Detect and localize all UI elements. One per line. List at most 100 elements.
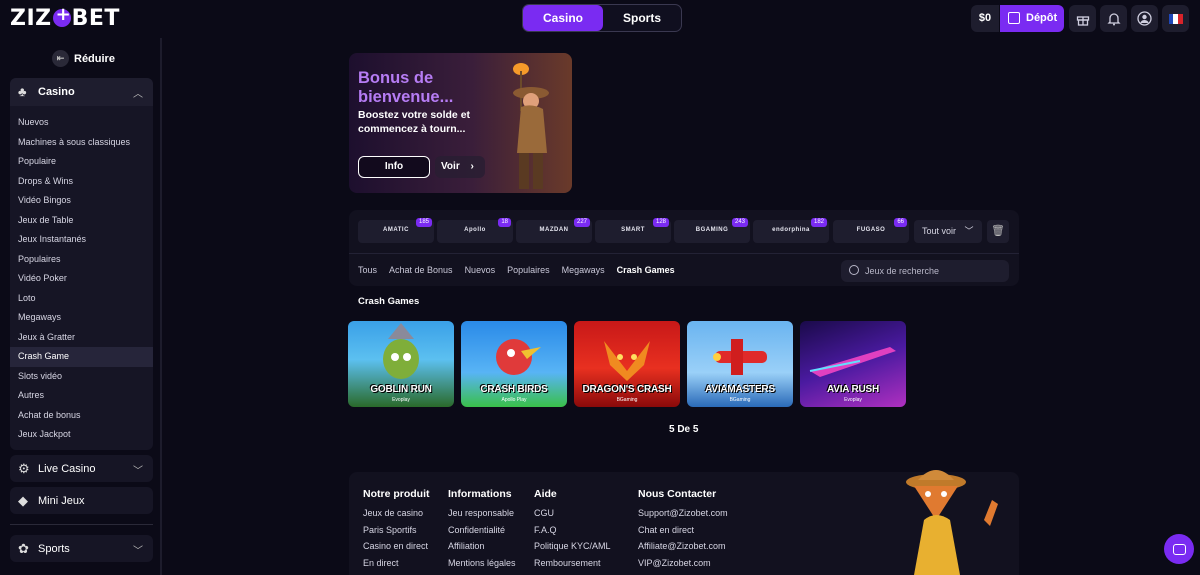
provider-count-badge: 227 <box>573 218 590 227</box>
reduce-button[interactable]: ⇤ Réduire <box>52 50 115 67</box>
sidebar-item-megaways[interactable]: Megaways <box>10 308 153 328</box>
sidebar-mini-jeux[interactable]: ◆ Mini Jeux <box>10 487 153 514</box>
sidebar-item-populaire[interactable]: Populaire <box>10 152 153 172</box>
france-flag-icon[interactable] <box>1162 5 1189 32</box>
game-name: AVIAMASTERS <box>705 384 775 395</box>
sidebar-item-jeux-de-table[interactable]: Jeux de Table <box>10 211 153 231</box>
chevron-down-icon: ﹀ <box>964 226 974 236</box>
footer-heading: Nous Contacter <box>638 488 717 500</box>
provider-amatic[interactable]: AMATIC 185 <box>358 218 434 243</box>
footer-link[interactable]: Jeu responsable <box>448 505 516 522</box>
user-icon[interactable] <box>1131 5 1158 32</box>
footer-link[interactable]: Politique KYC/AML <box>534 538 611 555</box>
balance-display[interactable]: $0 <box>971 5 999 32</box>
footer-link[interactable]: VIP@Zizobet.com <box>638 555 728 572</box>
bell-icon[interactable] <box>1100 5 1127 32</box>
banner-voir-button[interactable]: Voir › <box>435 156 485 178</box>
footer-link[interactable]: Remboursement <box>534 555 611 572</box>
chevron-down-icon: ﹀ <box>133 546 143 557</box>
sidebar-item-drops-wins[interactable]: Drops & Wins <box>10 172 153 192</box>
game-card[interactable]: AVIA RUSH Evoplay <box>800 321 906 407</box>
gift-icon[interactable] <box>1069 5 1096 32</box>
sidebar-item-crash-game[interactable]: Crash Game <box>10 347 153 367</box>
game-name: CRASH BIRDS <box>480 384 548 395</box>
sidebar-item-video-poker[interactable]: Vidéo Poker <box>10 269 153 289</box>
roulette-icon: ⚙ <box>18 461 30 476</box>
footer-link[interactable]: CGU <box>534 505 611 522</box>
footer-column-produit: Notre produit Jeux de casino Paris Sport… <box>363 488 430 571</box>
game-provider: BGaming <box>729 397 751 403</box>
tab-nuevos[interactable]: Nuevos <box>465 265 496 275</box>
provider-smart[interactable]: SMART 128 <box>595 218 671 243</box>
footer-link[interactable]: Chat en direct <box>638 522 728 539</box>
game-provider: Evoplay <box>844 397 862 403</box>
search-icon <box>849 265 859 275</box>
footer-link[interactable]: En direct <box>363 555 430 572</box>
game-card[interactable]: AVIAMASTERS BGaming <box>687 321 793 407</box>
provider-name: SMART <box>621 227 645 233</box>
sidebar-live-casino[interactable]: ⚙ Live Casino ﹀ <box>10 455 153 482</box>
provider-name: MAZDAN <box>539 227 569 233</box>
provider-endorphina[interactable]: endorphina 182 <box>753 218 829 243</box>
casino-menu-header[interactable]: ♣ Casino ︿ <box>10 78 153 106</box>
provider-bgaming[interactable]: BGAMING 243 <box>674 218 750 243</box>
chat-support-button[interactable] <box>1164 534 1194 564</box>
mini-jeux-label: Mini Jeux <box>38 495 85 507</box>
footer-link[interactable]: Jeux de casino <box>363 505 430 522</box>
footer-link[interactable]: Support@Zizobet.com <box>638 505 728 522</box>
sidebar-item-jeux-a-gratter[interactable]: Jeux à Gratter <box>10 328 153 348</box>
panel-divider <box>349 253 1019 254</box>
sidebar-sports[interactable]: ✿ Sports ﹀ <box>10 535 153 562</box>
chevron-up-icon: ︿ <box>133 89 143 100</box>
game-provider: BGaming <box>616 397 638 403</box>
sidebar-item-machines-a-sous[interactable]: Machines à sous classiques <box>10 133 153 153</box>
provider-fugaso[interactable]: FUGASO 66 <box>833 218 909 243</box>
sidebar-item-nuevos[interactable]: Nuevos <box>10 113 153 133</box>
banner-info-button[interactable]: Info <box>358 156 430 178</box>
search-input[interactable]: Jeux de recherche <box>841 260 1009 282</box>
provider-count-badge: 182 <box>810 218 827 227</box>
sidebar-item-jeux-jackpot[interactable]: Jeux Jackpot <box>10 425 153 445</box>
provider-mazdan[interactable]: MAZDAN 227 <box>516 218 592 243</box>
reduce-label: Réduire <box>74 53 115 65</box>
chevron-down-icon: ﹀ <box>133 466 143 477</box>
game-card[interactable]: GOBLIN RUN Evoplay <box>348 321 454 407</box>
tab-tous[interactable]: Tous <box>358 265 377 275</box>
tab-achat-de-bonus[interactable]: Achat de Bonus <box>389 265 453 275</box>
sidebar-item-jeux-instantanes[interactable]: Jeux Instantanés <box>10 230 153 250</box>
zizobet-logo[interactable]: ZIZBET <box>10 4 120 31</box>
footer-link[interactable]: Affiliation <box>448 538 516 555</box>
tab-megaways[interactable]: Megaways <box>562 265 605 275</box>
tout-voir-dropdown[interactable]: Tout voir ﹀ <box>914 220 982 243</box>
footer-link[interactable]: Paris Sportifs <box>363 522 430 539</box>
sidebar-item-autres[interactable]: Autres <box>10 386 153 406</box>
casino-mode-button[interactable]: Casino <box>523 5 603 31</box>
sidebar-item-slots-video[interactable]: Slots vidéo <box>10 367 153 387</box>
tab-crash-games[interactable]: Crash Games <box>617 265 675 275</box>
game-card[interactable]: CRASH BIRDS Apollo Play <box>461 321 567 407</box>
welcome-bonus-banner[interactable]: Bonus de bienvenue... Boostez votre sold… <box>349 53 572 193</box>
deposit-button[interactable]: Dépôt <box>1000 5 1064 32</box>
top-bar: ZIZBET Casino Sports $0 Dépôt <box>0 0 1200 38</box>
provider-name: FUGASO <box>856 227 886 233</box>
sidebar-item-loto[interactable]: Loto <box>10 289 153 309</box>
footer: Notre produit Jeux de casino Paris Sport… <box>349 470 1019 575</box>
provider-apollo[interactable]: Apollo 18 <box>437 218 513 243</box>
footer-link[interactable]: F.A.Q <box>534 522 611 539</box>
sidebar-item-populaires[interactable]: Populaires <box>10 250 153 270</box>
game-card[interactable]: DRAGON'S CRASH BGaming <box>574 321 680 407</box>
trash-icon[interactable]: 🗑 <box>987 220 1009 243</box>
sports-mode-button[interactable]: Sports <box>603 5 681 31</box>
sidebar-item-video-bingos[interactable]: Vidéo Bingos <box>10 191 153 211</box>
footer-link[interactable]: Mentions légales <box>448 555 516 572</box>
footer-link[interactable]: Affiliate@Zizobet.com <box>638 538 728 555</box>
footer-column-contact: Nous Contacter Support@Zizobet.com Chat … <box>638 488 728 571</box>
banner-title: Bonus de bienvenue... <box>358 69 454 106</box>
tab-populaires[interactable]: Populaires <box>507 265 550 275</box>
footer-link[interactable]: Confidentialité <box>448 522 516 539</box>
game-provider: Apollo Play <box>501 397 527 403</box>
chevron-right-icon: › <box>470 161 474 172</box>
footer-link[interactable]: Casino en direct <box>363 538 430 555</box>
chat-icon <box>1172 543 1186 555</box>
sidebar-item-achat-de-bonus[interactable]: Achat de bonus <box>10 406 153 426</box>
